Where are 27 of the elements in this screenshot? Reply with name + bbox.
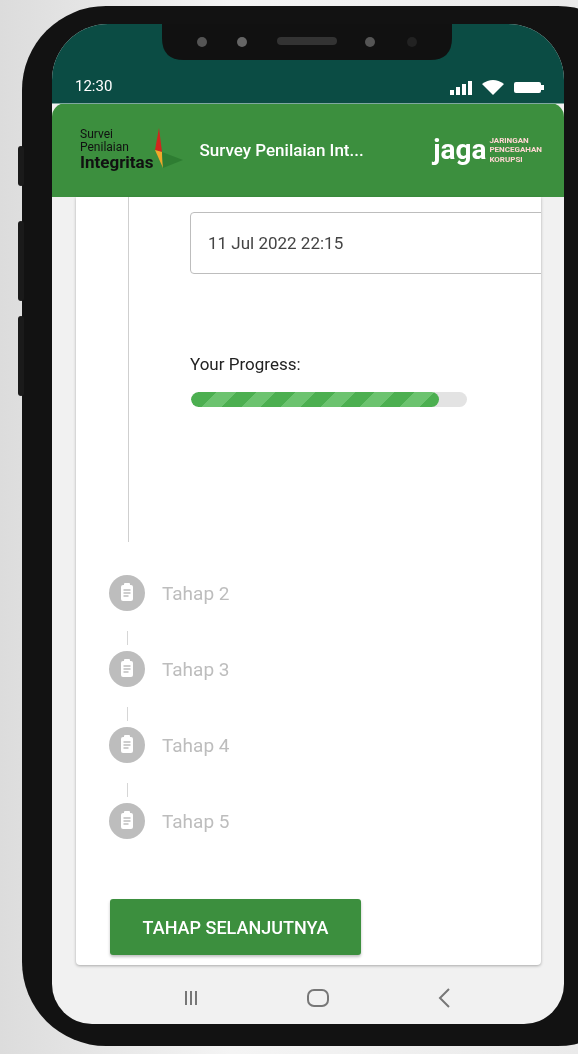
logo-text: Integritas bbox=[80, 153, 154, 172]
progress-label: Your Progress: bbox=[190, 354, 301, 374]
date-field[interactable]: 11 Jul 2022 22:15 bbox=[190, 212, 541, 274]
back-icon[interactable] bbox=[437, 988, 450, 1008]
signal-icon bbox=[450, 80, 472, 95]
partner-tagline: KORUPSI bbox=[489, 154, 524, 165]
logo-mark-icon bbox=[153, 128, 184, 171]
recent-apps-icon[interactable] bbox=[184, 990, 199, 1006]
next-step-button[interactable]: TAHAP SELANJUTNYA bbox=[110, 899, 361, 955]
wifi-icon bbox=[482, 80, 504, 95]
step-label: Tahap 4 bbox=[162, 733, 230, 757]
partner-tagline: PENCEGAHAN bbox=[489, 145, 542, 155]
partner-logo-text: jaga bbox=[433, 136, 487, 164]
step-label: Tahap 2 bbox=[162, 581, 230, 605]
clipboard-icon bbox=[109, 651, 145, 687]
step-label: Tahap 3 bbox=[162, 657, 230, 681]
app-title: Survey Penilaian Int... bbox=[199, 140, 365, 160]
status-time: 12:30 bbox=[75, 77, 113, 95]
step-label: Tahap 5 bbox=[162, 809, 230, 833]
clipboard-icon bbox=[109, 727, 145, 763]
home-icon[interactable] bbox=[307, 989, 329, 1007]
logo-text: Penilaian bbox=[80, 141, 130, 154]
logo-text: Survei bbox=[80, 128, 113, 142]
clipboard-icon bbox=[109, 575, 145, 611]
clipboard-icon bbox=[109, 803, 145, 839]
partner-tagline: JARINGAN bbox=[489, 135, 530, 146]
battery-icon bbox=[514, 82, 544, 93]
